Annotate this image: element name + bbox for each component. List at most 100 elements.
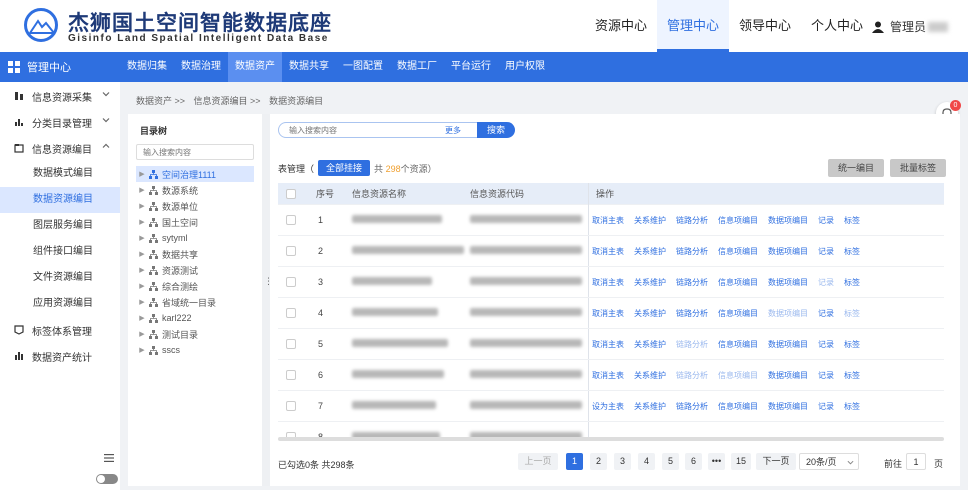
sub-nav-data-asset[interactable]: 数据资产	[228, 52, 282, 82]
search-button[interactable]: 搜索	[477, 122, 515, 138]
row-checkbox[interactable]	[286, 401, 296, 411]
data-item-catalog-link[interactable]: 数据项编目	[768, 215, 808, 226]
toggle-main-table-link[interactable]: 取消主表	[592, 370, 624, 381]
user-menu[interactable]: 管理员	[872, 18, 949, 35]
tree-node[interactable]: ▶ 空间治理1111	[136, 166, 254, 182]
record-link[interactable]: 记录	[818, 370, 834, 381]
batch-catalog-button[interactable]: 统一编目	[828, 159, 884, 177]
sidebar-item-data-resource-catalog[interactable]: 数据资源编目	[0, 187, 120, 213]
relation-link[interactable]: 关系维护	[634, 339, 666, 350]
page-ellipsis[interactable]: •••	[708, 453, 725, 470]
row-checkbox[interactable]	[286, 277, 296, 287]
tag-link[interactable]: 标签	[844, 401, 860, 412]
lineage-link[interactable]: 链路分析	[676, 339, 708, 350]
page-button[interactable]: 2	[590, 453, 607, 470]
tree-node[interactable]: ▶ 综合测绘	[136, 278, 254, 294]
info-item-catalog-link[interactable]: 信息项编目	[718, 308, 758, 319]
tag-link[interactable]: 标签	[844, 339, 860, 350]
top-nav-leader-center[interactable]: 领导中心	[729, 0, 801, 52]
relation-link[interactable]: 关系维护	[634, 215, 666, 226]
top-nav-management-center[interactable]: 管理中心	[657, 0, 730, 52]
record-link[interactable]: 记录	[818, 401, 834, 412]
page-size-select[interactable]: 20条/页	[799, 453, 859, 470]
sidebar-item-file-resource-catalog[interactable]: 文件资源编目	[0, 265, 120, 291]
tree-node[interactable]: ▶ 数源系统	[136, 182, 254, 198]
lineage-link[interactable]: 链路分析	[676, 308, 708, 319]
tree-node[interactable]: ▶ 省域统一目录	[136, 294, 254, 310]
toggle-main-table-link[interactable]: 取消主表	[592, 246, 624, 257]
lineage-link[interactable]: 链路分析	[676, 246, 708, 257]
data-item-catalog-link[interactable]: 数据项编目	[768, 277, 808, 288]
batch-tag-button[interactable]: 批量标签	[890, 159, 946, 177]
tree-node[interactable]: ▶ sytyml	[136, 230, 254, 246]
sidebar-group-tag[interactable]: 标签体系管理	[0, 317, 120, 343]
toggle-main-table-link[interactable]: 取消主表	[592, 277, 624, 288]
data-item-catalog-link[interactable]: 数据项编目	[768, 401, 808, 412]
relation-link[interactable]: 关系维护	[634, 246, 666, 257]
sidebar-group-collect[interactable]: 信息资源采集	[0, 83, 120, 109]
menu-icon[interactable]	[104, 454, 114, 462]
row-checkbox[interactable]	[286, 308, 296, 318]
sidebar-item-layer-service-catalog[interactable]: 图层服务编目	[0, 213, 120, 239]
data-item-catalog-link[interactable]: 数据项编目	[768, 308, 808, 319]
tree-node[interactable]: ▶ 测试目录	[136, 326, 254, 342]
lineage-link[interactable]: 链路分析	[676, 401, 708, 412]
sub-nav-data-share[interactable]: 数据共享	[282, 52, 336, 82]
page-button[interactable]: 1	[566, 453, 583, 470]
breadcrumb-item[interactable]: 数据资产 >>	[136, 96, 185, 106]
panel-splitter[interactable]: ⋮	[262, 114, 273, 486]
record-link[interactable]: 记录	[818, 215, 834, 226]
tag-link[interactable]: 标签	[844, 308, 860, 319]
sidebar-group-catalog[interactable]: 分类目录管理	[0, 109, 120, 135]
tree-node[interactable]: ▶ 国土空间	[136, 214, 254, 230]
goto-page-input[interactable]: 1	[906, 453, 926, 470]
row-checkbox[interactable]	[286, 215, 296, 225]
page-button[interactable]: 5	[662, 453, 679, 470]
tag-link[interactable]: 标签	[844, 246, 860, 257]
info-item-catalog-link[interactable]: 信息项编目	[718, 215, 758, 226]
toggle-main-table-link[interactable]: 设为主表	[592, 401, 624, 412]
sidebar-group-stats[interactable]: 数据资产统计	[0, 343, 120, 369]
lineage-link[interactable]: 链路分析	[676, 370, 708, 381]
row-checkbox[interactable]	[286, 370, 296, 380]
info-item-catalog-link[interactable]: 信息项编目	[718, 339, 758, 350]
info-item-catalog-link[interactable]: 信息项编目	[718, 277, 758, 288]
page-button[interactable]: 6	[685, 453, 702, 470]
tree-node[interactable]: ▶ 数据共享	[136, 246, 254, 262]
record-link[interactable]: 记录	[818, 246, 834, 257]
data-item-catalog-link[interactable]: 数据项编目	[768, 246, 808, 257]
tag-link[interactable]: 标签	[844, 215, 860, 226]
info-item-catalog-link[interactable]: 信息项编目	[718, 401, 758, 412]
record-link[interactable]: 记录	[818, 277, 834, 288]
sub-nav-data-collect[interactable]: 数据归集	[120, 52, 174, 82]
sidebar-item-component-api-catalog[interactable]: 组件接口编目	[0, 239, 120, 265]
relation-link[interactable]: 关系维护	[634, 308, 666, 319]
relation-link[interactable]: 关系维护	[634, 401, 666, 412]
theme-toggle[interactable]	[96, 474, 118, 484]
sidebar-item-schema-catalog[interactable]: 数据模式编目	[0, 161, 120, 187]
tree-node[interactable]: ▶ 资源测试	[136, 262, 254, 278]
record-link[interactable]: 记录	[818, 308, 834, 319]
data-item-catalog-link[interactable]: 数据项编目	[768, 339, 808, 350]
select-all-checkbox[interactable]	[286, 188, 296, 199]
tree-search-input[interactable]	[136, 144, 254, 160]
page-button[interactable]: 3	[614, 453, 631, 470]
toggle-main-table-link[interactable]: 取消主表	[592, 339, 624, 350]
sub-nav-user-permission[interactable]: 用户权限	[498, 52, 552, 82]
toggle-main-table-link[interactable]: 取消主表	[592, 215, 624, 226]
sub-nav-platform-run[interactable]: 平台运行	[444, 52, 498, 82]
tree-node[interactable]: ▶ karl222	[136, 310, 254, 326]
page-button[interactable]: 15	[731, 453, 751, 470]
lineage-link[interactable]: 链路分析	[676, 215, 708, 226]
sub-nav-map-config[interactable]: 一图配置	[336, 52, 390, 82]
prev-page-button[interactable]: 上一页	[518, 453, 558, 470]
mount-all-button[interactable]: 全部挂接	[318, 160, 371, 176]
relation-link[interactable]: 关系维护	[634, 370, 666, 381]
row-checkbox[interactable]	[286, 246, 296, 256]
top-nav-personal-center[interactable]: 个人中心	[801, 0, 873, 52]
data-item-catalog-link[interactable]: 数据项编目	[768, 370, 808, 381]
breadcrumb-item[interactable]: 信息资源编目 >>	[194, 96, 261, 106]
record-link[interactable]: 记录	[818, 339, 834, 350]
row-checkbox[interactable]	[286, 339, 296, 349]
info-item-catalog-link[interactable]: 信息项编目	[718, 246, 758, 257]
